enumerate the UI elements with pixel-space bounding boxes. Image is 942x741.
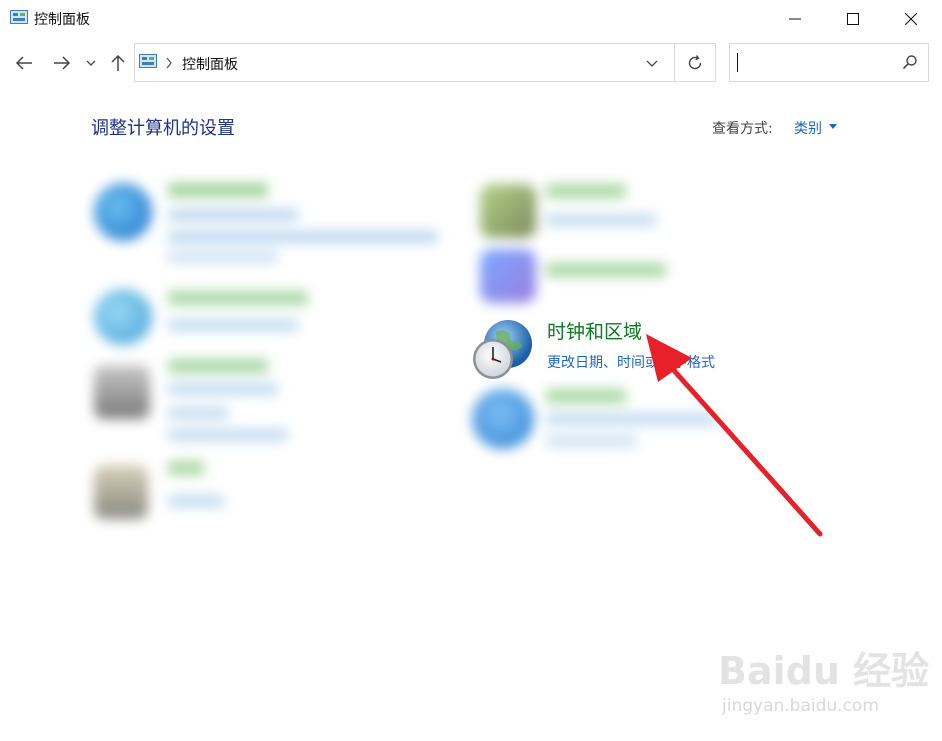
watermark-url: jingyan.baidu.com bbox=[722, 696, 879, 716]
blurred-category-user-accounts[interactable] bbox=[476, 178, 676, 238]
blurred-category-network-internet[interactable] bbox=[90, 285, 330, 345]
back-arrow-icon bbox=[15, 56, 32, 70]
chevron-right-icon[interactable] bbox=[165, 55, 173, 71]
maximize-icon bbox=[847, 13, 859, 25]
watermark-logo: Baidu 经验 bbox=[718, 649, 930, 693]
refresh-button[interactable] bbox=[681, 51, 709, 75]
close-button[interactable] bbox=[882, 0, 940, 38]
back-button[interactable] bbox=[12, 51, 36, 75]
maximize-button[interactable] bbox=[824, 0, 882, 38]
clock-globe-icon bbox=[473, 320, 532, 379]
blurred-category-programs[interactable] bbox=[90, 455, 250, 525]
category-title[interactable]: 时钟和区域 bbox=[547, 317, 642, 344]
address-bar[interactable]: 控制面板 bbox=[134, 43, 716, 82]
control-panel-icon bbox=[139, 54, 157, 68]
title-bar: 控制面板 bbox=[0, 0, 942, 38]
address-dropdown-button[interactable] bbox=[641, 53, 663, 73]
page-title: 调整计算机的设置 bbox=[91, 118, 235, 139]
blurred-category-appearance[interactable] bbox=[476, 245, 676, 305]
breadcrumb-control-panel[interactable]: 控制面板 bbox=[182, 54, 238, 74]
up-arrow-icon bbox=[111, 54, 125, 71]
minimize-button[interactable] bbox=[766, 0, 824, 38]
window-title: 控制面板 bbox=[34, 12, 90, 28]
view-by-label: 查看方式: bbox=[712, 121, 773, 137]
text-cursor bbox=[737, 53, 738, 72]
close-icon bbox=[905, 13, 917, 25]
refresh-icon bbox=[688, 55, 702, 70]
view-by-dropdown[interactable]: 类别 bbox=[794, 118, 822, 138]
caret-down-icon[interactable] bbox=[829, 124, 837, 129]
blurred-category-hardware-sound[interactable] bbox=[90, 355, 330, 445]
blurred-category-system-security[interactable] bbox=[90, 175, 450, 265]
forward-button[interactable] bbox=[50, 51, 74, 75]
chevron-down-icon bbox=[86, 60, 96, 66]
recent-locations-button[interactable] bbox=[81, 51, 101, 75]
minimize-icon bbox=[789, 18, 801, 20]
control-panel-icon bbox=[10, 10, 28, 24]
annotation-arrow-icon bbox=[646, 334, 823, 537]
search-icon[interactable] bbox=[902, 54, 918, 70]
divider bbox=[674, 44, 675, 81]
chevron-down-icon bbox=[646, 60, 658, 67]
up-button[interactable] bbox=[106, 51, 130, 75]
search-input[interactable] bbox=[740, 52, 890, 72]
forward-arrow-icon bbox=[54, 56, 71, 70]
search-box[interactable] bbox=[729, 43, 929, 82]
